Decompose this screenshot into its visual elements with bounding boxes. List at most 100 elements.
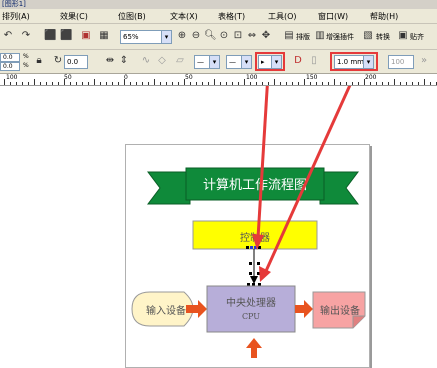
outline-icon[interactable]: ▯	[308, 55, 320, 67]
ruler-tick	[118, 82, 119, 85]
ruler-tick	[262, 82, 263, 85]
ruler-tick	[244, 79, 245, 85]
curve-icon[interactable]: ∿	[140, 55, 152, 67]
scale-x-input[interactable]: 0.0	[0, 53, 20, 62]
rotation-input[interactable]: 0.0	[64, 55, 88, 69]
scale-x-unit: %	[23, 53, 29, 60]
ruler-tick	[52, 82, 53, 85]
scale-y-input[interactable]: 0.0	[0, 62, 20, 71]
chevron-down-icon: ▾	[209, 56, 219, 68]
menu-help[interactable]: 帮助(H)	[370, 11, 398, 22]
line-style-combo[interactable]: — ▾	[226, 55, 252, 69]
pan-icon[interactable]: ✥	[260, 30, 272, 42]
zoom-in-icon[interactable]: ⊕	[176, 30, 188, 42]
input-device-shape[interactable]: 输入设备	[131, 291, 194, 327]
ruler-tick	[196, 82, 197, 85]
menu-bitmaps[interactable]: 位图(B)	[118, 11, 146, 22]
menu-tools[interactable]: 工具(O)	[268, 11, 297, 22]
menu-text[interactable]: 文本(X)	[170, 11, 198, 22]
menu-arrange[interactable]: 排列(A)	[2, 11, 30, 22]
ruler-tick	[316, 82, 317, 85]
ruler-tick	[160, 82, 161, 85]
snap-icon[interactable]: ▣	[397, 30, 409, 42]
zoom-selected-icon[interactable]: 🔍︎	[204, 30, 217, 42]
arrow-style-icon[interactable]: D	[292, 55, 304, 67]
ruler-label: 100	[6, 74, 18, 81]
lock-ratio-icon[interactable]: 🔒︎	[33, 55, 45, 67]
output-device-shape[interactable]: 输出设备	[312, 291, 366, 329]
mirror-h-icon[interactable]: ⇹	[104, 55, 116, 67]
layout-icon[interactable]: ▤	[283, 30, 295, 42]
ruler-tick	[34, 79, 35, 85]
zoom-level-combo[interactable]: 65% ▾	[120, 30, 172, 44]
ruler-tick	[100, 82, 101, 85]
ruler-tick	[226, 82, 227, 85]
menu-table[interactable]: 表格(T)	[218, 11, 245, 22]
banner-right-tail	[319, 171, 359, 205]
ruler-tick	[268, 82, 269, 85]
opacity-input[interactable]: 100	[388, 55, 414, 69]
ruler-tick	[328, 82, 329, 85]
title-banner[interactable]: 计算机工作流程图	[147, 167, 359, 205]
ruler-tick	[400, 82, 401, 85]
more-icon[interactable]: »	[418, 55, 430, 67]
zoom-page-icon[interactable]: ⊡	[232, 30, 244, 42]
export-icon[interactable]: ⬛	[60, 30, 72, 42]
ruler-label: 200	[365, 74, 377, 81]
selected-connector-arrow[interactable]	[250, 249, 258, 284]
zoom-width-icon[interactable]: ⇔	[246, 30, 258, 42]
convert-label[interactable]: 转换	[376, 32, 390, 42]
zoom-out-icon[interactable]: ⊖	[190, 30, 202, 42]
layout-label[interactable]: 排版	[296, 32, 310, 42]
ruler-tick	[178, 82, 179, 85]
ruler-tick	[238, 82, 239, 85]
ruler-tick	[310, 82, 311, 85]
ruler-label: 50	[64, 74, 72, 81]
ruler-tick	[88, 82, 89, 85]
node-icon[interactable]: ◇	[156, 55, 168, 67]
ruler-tick	[280, 82, 281, 85]
redo-icon[interactable]: ↷	[20, 30, 32, 42]
selection-handle	[250, 246, 253, 249]
menu-effects[interactable]: 效果(C)	[60, 11, 88, 22]
ruler-tick	[430, 82, 431, 85]
welcome-icon[interactable]: ▦	[98, 30, 110, 42]
menu-window[interactable]: 窗口(W)	[318, 11, 348, 22]
ruler-tick	[382, 82, 383, 85]
rotate-icon[interactable]: ↻	[52, 55, 64, 67]
ruler-tick	[304, 79, 305, 85]
cpu-box[interactable]: 中央处理器 CPU	[206, 285, 296, 333]
undo-icon[interactable]: ↶	[2, 30, 14, 42]
ruler-tick	[154, 79, 155, 85]
cpu-label-line2: CPU	[242, 312, 260, 321]
input-device-label: 输入设备	[146, 304, 186, 317]
ruler-tick	[406, 82, 407, 85]
ruler-tick	[70, 82, 71, 85]
ruler-tick	[142, 82, 143, 85]
ruler-tick	[22, 82, 23, 85]
plugins-icon[interactable]: ▥	[314, 30, 326, 42]
property-bar: 0.0 0.0 % % 🔒︎ ↻ 0.0 ⇹ ⇕ ∿ ◇ ▱ — ▾ — ▾ ▸…	[0, 50, 437, 74]
ruler-tick	[4, 79, 5, 85]
zoom-all-icon[interactable]: ⊙	[218, 30, 230, 42]
ruler-tick	[112, 82, 113, 85]
ruler-tick	[82, 82, 83, 85]
start-arrow-combo[interactable]: — ▾	[194, 55, 220, 69]
convert-icon[interactable]: ▧	[362, 30, 374, 42]
zoom-level-value: 65%	[123, 33, 139, 41]
snap-label[interactable]: 贴齐	[410, 32, 424, 42]
ruler-tick	[412, 82, 413, 85]
ruler-tick	[76, 82, 77, 85]
ruler-tick	[274, 79, 275, 85]
drawing-canvas[interactable]: 计算机工作流程图 控制器	[0, 86, 437, 368]
ruler-tick	[352, 82, 353, 85]
line-dash-glyph: —	[197, 58, 204, 66]
wrap-icon[interactable]: ▱	[174, 55, 186, 67]
ruler-tick	[172, 82, 173, 85]
cpu-label-line1: 中央处理器	[226, 296, 276, 309]
import-icon[interactable]: ⬛	[44, 30, 56, 42]
app-launcher-icon[interactable]: ▣	[80, 30, 92, 42]
ruler-tick	[40, 82, 41, 85]
mirror-v-icon[interactable]: ⇕	[118, 55, 130, 67]
plugins-label[interactable]: 增强插件	[326, 32, 354, 42]
